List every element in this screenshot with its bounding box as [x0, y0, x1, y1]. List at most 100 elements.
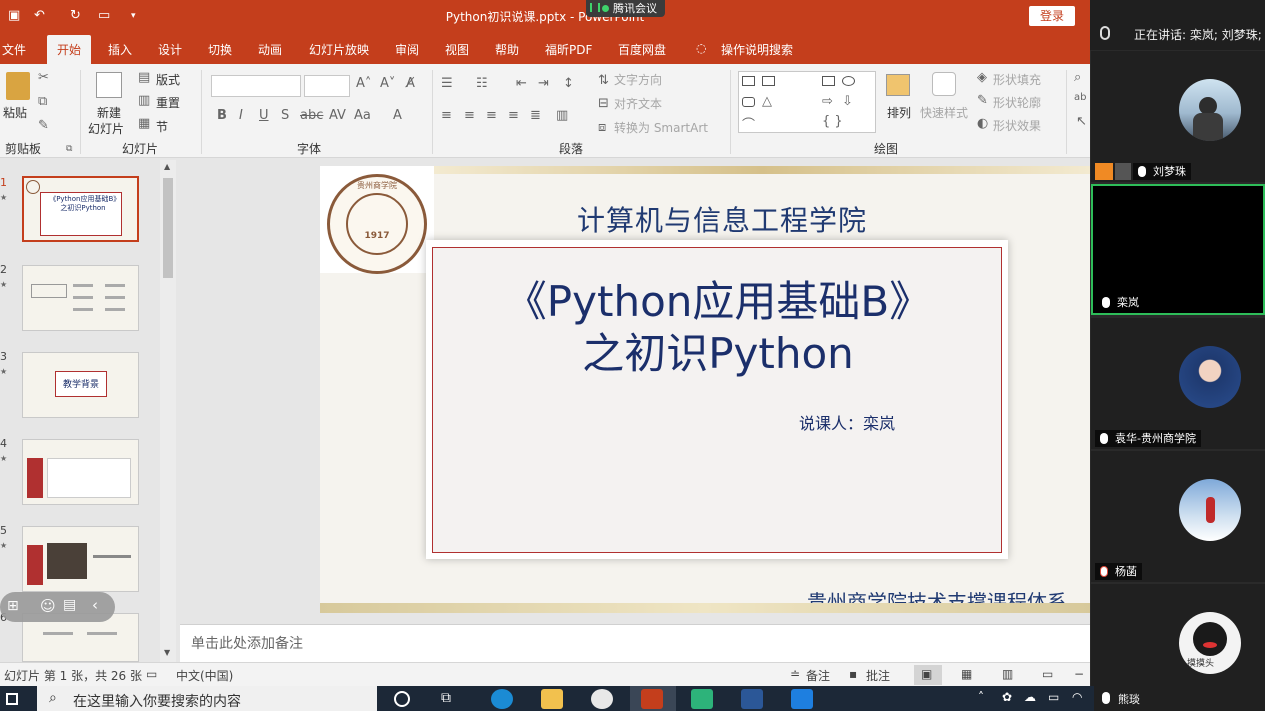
rectangle-shape-icon[interactable] [822, 76, 835, 86]
cut-icon[interactable]: ✂ [38, 70, 49, 85]
zoom-out-icon[interactable]: − [1074, 667, 1084, 681]
language-indicator[interactable]: 中文(中国) [176, 667, 233, 684]
collapse-icon[interactable]: ‹ [92, 596, 98, 614]
oval-shape-icon[interactable] [842, 76, 855, 86]
brace-shape-icon[interactable]: { } [822, 114, 843, 129]
convert-smartart-button[interactable]: 转换为 SmartArt [614, 119, 708, 136]
scrollbar-thumb[interactable] [163, 178, 173, 278]
align-center-icon[interactable]: ≡ [464, 108, 475, 123]
justify-icon[interactable]: ≡ [508, 108, 519, 123]
tab-home[interactable]: 开始 [47, 35, 92, 64]
section-button[interactable]: 节 [156, 118, 168, 135]
tab-file[interactable]: 文件 [2, 41, 26, 58]
tab-animations[interactable]: 动画 [258, 41, 282, 58]
xmind-icon[interactable] [691, 689, 713, 709]
reset-button[interactable]: 重置 [156, 94, 180, 111]
format-painter-icon[interactable]: ✎ [38, 118, 49, 133]
participant-tile[interactable]: 摸摸头 [1091, 584, 1265, 686]
tab-foxit-pdf[interactable]: 福昕PDF [545, 41, 592, 58]
scroll-down-icon[interactable]: ▼ [164, 648, 170, 657]
tell-me-search[interactable]: 操作说明搜索 [721, 41, 793, 58]
file-explorer-icon[interactable] [541, 689, 563, 709]
align-left-icon[interactable]: ≡ [441, 108, 452, 123]
tab-help[interactable]: 帮助 [495, 41, 519, 58]
clipboard-launcher-icon[interactable]: ⧉ [66, 144, 72, 154]
tencent-meeting-icon[interactable] [791, 689, 813, 709]
underline-icon[interactable]: U [259, 108, 269, 123]
chat-icon[interactable]: ▤ [63, 597, 76, 613]
change-case-icon[interactable]: Aa [354, 108, 371, 123]
vertical-textbox-shape-icon[interactable] [762, 76, 775, 86]
shapes-gallery[interactable] [738, 71, 876, 133]
increase-indent-icon[interactable]: ⇥ [538, 76, 549, 91]
word-icon[interactable] [741, 689, 763, 709]
new-slide-button[interactable]: 新建 [97, 104, 121, 121]
thumbnail-scrollbar[interactable]: ▲ ▼ [160, 160, 176, 662]
font-color-icon[interactable]: A [393, 108, 402, 123]
tab-insert[interactable]: 插入 [108, 41, 132, 58]
emoji-icon[interactable]: ☺ [40, 597, 56, 615]
spellcheck-icon[interactable]: ▭ [146, 667, 157, 681]
shadow-icon[interactable]: S [281, 108, 289, 123]
comments-button[interactable]: 批注 [866, 667, 890, 684]
select-icon[interactable]: ↖ [1076, 114, 1087, 129]
copy-icon[interactable]: ⧉ [38, 94, 47, 109]
down-arrow-shape-icon[interactable]: ⇩ [842, 94, 853, 109]
shape-effects-button[interactable]: 形状效果 [993, 117, 1041, 134]
title-box[interactable]: 《Python应用基础B》 之初识Python 说课人：栾岚 [426, 240, 1008, 559]
font-family-select[interactable] [211, 75, 301, 97]
quick-styles-button[interactable]: 快速样式 [920, 104, 968, 121]
current-slide[interactable]: 贵州商学院 1917 计算机与信息工程学院 《Python应用基础B》 之初识P… [320, 166, 1090, 613]
notes-pane[interactable]: 单击此处添加备注 [180, 624, 1090, 662]
numbering-icon[interactable]: ☷ [476, 76, 488, 91]
edge-icon[interactable] [491, 689, 513, 709]
arrange-button[interactable]: 排列 [887, 104, 911, 121]
paste-icon[interactable] [6, 72, 30, 100]
tab-review[interactable]: 审阅 [395, 41, 419, 58]
arrow-shape-icon[interactable]: ⇨ [822, 94, 833, 109]
slide-thumbnail-1[interactable]: 《Python应用基础B》之初识Python [22, 176, 139, 242]
italic-icon[interactable]: I [239, 108, 243, 123]
line-spacing-icon[interactable]: ↕ [563, 76, 574, 91]
decrease-indent-icon[interactable]: ⇤ [516, 76, 527, 91]
app-icon[interactable] [591, 689, 613, 709]
powerpoint-icon[interactable] [641, 689, 663, 709]
lecturer-name[interactable]: 说课人：栾岚 [799, 410, 895, 434]
new-slide-button-line2[interactable]: 幻灯片 [88, 120, 124, 137]
bold-icon[interactable]: B [217, 108, 227, 123]
find-icon[interactable]: ⌕ [1074, 70, 1081, 85]
grow-font-icon[interactable]: A˄ [356, 76, 371, 91]
windows-start-icon[interactable] [6, 693, 18, 705]
tab-view[interactable]: 视图 [445, 41, 469, 58]
network-icon[interactable]: ◠ [1072, 690, 1082, 704]
slide-thumbnail-4[interactable] [22, 439, 139, 505]
char-spacing-icon[interactable]: AV [329, 108, 346, 123]
reading-view-icon[interactable]: ▥ [1002, 667, 1013, 681]
new-slide-icon[interactable] [96, 72, 122, 98]
tab-slideshow[interactable]: 幻灯片放映 [309, 41, 369, 58]
onedrive-icon[interactable]: ☁ [1024, 690, 1036, 704]
bullets-icon[interactable]: ☰ [441, 76, 453, 91]
slide-thumbnail-5[interactable] [22, 526, 139, 592]
tencent-meeting-badge[interactable]: 腾讯会议 [586, 0, 665, 17]
slide-thumbnail-3[interactable]: 教学背景 [22, 352, 139, 418]
clear-format-icon[interactable]: A̸ [406, 76, 415, 91]
columns-icon[interactable]: ▥ [556, 108, 568, 123]
paste-button[interactable]: 粘贴 [3, 104, 27, 121]
scroll-up-icon[interactable]: ▲ [164, 162, 170, 171]
slide-title[interactable]: 《Python应用基础B》 之初识Python [433, 276, 1003, 380]
curve-shape-icon[interactable]: ⌒ [742, 114, 755, 133]
participant-tile[interactable]: 刘梦珠 [1091, 51, 1265, 182]
taskbar-search-box[interactable]: ⌕ 在这里输入你要搜索的内容 [37, 686, 377, 711]
tab-transitions[interactable]: 切换 [208, 41, 232, 58]
apps-icon[interactable]: ⊞ [7, 598, 19, 614]
slide-thumbnail-2[interactable] [22, 265, 139, 331]
layout-button[interactable]: 版式 [156, 71, 180, 88]
participant-tile-active[interactable]: 栾岚 [1091, 184, 1265, 315]
shrink-font-icon[interactable]: A˅ [380, 76, 395, 91]
slideshow-icon[interactable]: ▭ [1042, 667, 1053, 681]
align-text-button[interactable]: 对齐文本 [614, 95, 662, 112]
shape-fill-button[interactable]: 形状填充 [993, 71, 1041, 88]
shape-outline-button[interactable]: 形状轮廓 [993, 94, 1041, 111]
textbox-shape-icon[interactable] [742, 76, 755, 86]
